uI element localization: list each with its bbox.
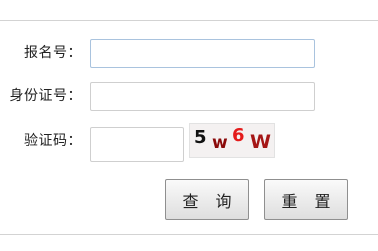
captcha-input[interactable] <box>90 127 184 162</box>
captcha-char: W <box>250 131 271 153</box>
captcha-char: 5 <box>194 127 207 148</box>
query-button[interactable]: 查 询 <box>165 179 249 220</box>
captcha-label: 验证码： <box>24 133 82 149</box>
reset-button[interactable]: 重 置 <box>264 179 348 220</box>
query-form-panel: 报名号： 身份证号： 验证码： 5 w 6 W 查 询 重 置 <box>0 0 378 251</box>
bottom-divider <box>0 234 378 235</box>
captcha-char: 6 <box>232 125 245 146</box>
top-divider <box>0 20 378 21</box>
captcha-char: w <box>212 133 228 153</box>
registration-number-input[interactable] <box>90 39 315 68</box>
id-number-input[interactable] <box>90 82 315 111</box>
id-number-label: 身份证号： <box>9 88 82 104</box>
registration-number-label: 报名号： <box>24 45 82 61</box>
captcha-image[interactable]: 5 w 6 W <box>189 123 275 158</box>
